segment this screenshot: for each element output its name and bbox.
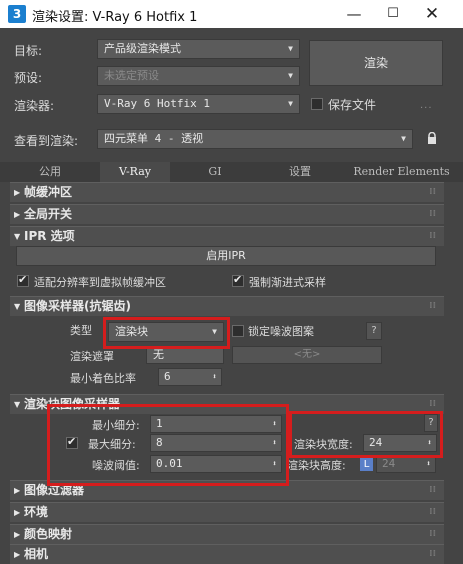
highlight-subdivs <box>47 404 289 486</box>
expand-icon: ▶ <box>14 210 21 219</box>
start-ipr-button[interactable]: 启用IPR <box>16 246 436 266</box>
fit-resolution-checkbox[interactable] <box>17 273 29 287</box>
chevron-down-icon: ▼ <box>288 99 293 108</box>
expand-icon: ▶ <box>14 508 21 517</box>
view-value: 四元菜单 4 - 透视 <box>104 132 204 145</box>
fit-resolution-label: 适配分辨率到虚拟帧缓冲区 <box>34 276 166 289</box>
chevron-down-icon: ▼ <box>288 44 293 53</box>
tab-bar: 公用 V-Ray GI 设置 Render Elements <box>0 162 463 182</box>
tab-common[interactable]: 公用 <box>0 162 100 182</box>
rollout-camera[interactable]: ▶ 相机 ⁞⁞ <box>10 544 444 564</box>
rollout-title: 帧缓冲区 <box>24 185 73 199</box>
renderer-dropdown[interactable]: V-Ray 6 Hotfix 1 ▼ <box>97 94 300 114</box>
highlight-sampler-type <box>103 317 230 349</box>
render-mask-value: 无 <box>153 348 164 361</box>
lock-noise-checkbox[interactable] <box>232 325 244 337</box>
grip-icon: ⁞⁞ <box>429 301 436 311</box>
expand-icon: ▶ <box>14 550 21 559</box>
help-button[interactable]: ? <box>366 322 382 340</box>
preset-label: 预设: <box>14 71 43 85</box>
grip-icon: ⁞⁞ <box>429 187 436 197</box>
force-progressive-label: 强制渐进式采样 <box>249 276 326 289</box>
rollout-environment[interactable]: ▶ 环境 ⁞⁞ <box>10 502 444 522</box>
collapse-icon: ▼ <box>14 400 21 409</box>
render-mask-none-button[interactable]: <无> <box>232 346 382 364</box>
lock-noise-label: 锁定噪波图案 <box>248 325 314 338</box>
view-dropdown[interactable]: 四元菜单 4 - 透视 ▼ <box>97 129 413 149</box>
maximize-button[interactable]: ☐ <box>371 0 415 28</box>
render-settings-panel: 目标: 产品级渲染模式 ▼ 预设: 未选定预设 ▼ 渲染 渲染器: V-Ray … <box>0 28 463 564</box>
grip-icon: ⁞⁞ <box>429 549 436 559</box>
render-button[interactable]: 渲染 <box>309 40 443 86</box>
rollout-frame-buffer[interactable]: ▶ 帧缓冲区 ⁞⁞ <box>10 182 444 202</box>
expand-icon: ▶ <box>14 188 21 197</box>
rollout-title: 环境 <box>24 505 49 519</box>
grip-icon: ⁞⁞ <box>429 231 436 241</box>
spinner-arrows-icon: ⬍ <box>212 372 217 381</box>
save-file-label: 保存文件 <box>328 98 377 112</box>
target-label: 目标: <box>14 44 43 58</box>
window-title: 渲染设置: V-Ray 6 Hotfix 1 <box>32 10 198 25</box>
title-bar: 3 渲染设置: V-Ray 6 Hotfix 1 — ☐ ✕ <box>0 0 463 28</box>
save-file-browse-button[interactable]: ... <box>420 100 433 111</box>
app-icon: 3 <box>8 5 26 23</box>
collapse-icon: ▼ <box>14 232 21 241</box>
minimize-icon: — <box>346 5 362 23</box>
grip-icon: ⁞⁞ <box>429 485 436 495</box>
renderer-label: 渲染器: <box>14 99 55 113</box>
rollout-title: 图像采样器(抗锯齿) <box>24 299 131 313</box>
minimize-button[interactable]: — <box>332 0 376 28</box>
tab-gi[interactable]: GI <box>170 162 260 182</box>
preset-dropdown[interactable]: 未选定预设 ▼ <box>97 66 300 86</box>
target-value: 产品级渲染模式 <box>104 42 181 55</box>
renderer-value: V-Ray 6 Hotfix 1 <box>104 97 210 110</box>
rollout-title: 全局开关 <box>24 207 73 221</box>
rollout-global-switches[interactable]: ▶ 全局开关 ⁞⁞ <box>10 204 444 224</box>
spinner-arrows-icon: ⬍ <box>426 459 431 468</box>
chevron-down-icon: ▼ <box>401 134 406 143</box>
tab-render-elements[interactable]: Render Elements <box>340 162 463 182</box>
chevron-down-icon: ▼ <box>288 71 293 80</box>
preset-value: 未选定预设 <box>104 69 159 82</box>
tab-vray[interactable]: V-Ray <box>100 162 170 182</box>
expand-icon: ▶ <box>14 530 21 539</box>
highlight-bucket-width <box>289 411 443 458</box>
grip-icon: ⁞⁞ <box>429 529 436 539</box>
view-label: 查看到渲染: <box>14 134 79 148</box>
close-icon: ✕ <box>424 4 440 24</box>
min-shading-value: 6 <box>164 370 171 383</box>
rollout-title: 颜色映射 <box>24 527 73 541</box>
collapse-icon: ▼ <box>14 302 21 311</box>
tab-settings[interactable]: 设置 <box>260 162 340 182</box>
rollout-image-sampler[interactable]: ▼ 图像采样器(抗锯齿) ⁞⁞ <box>10 296 444 316</box>
grip-icon: ⁞⁞ <box>429 209 436 219</box>
sampler-type-label: 类型 <box>70 324 92 337</box>
rollout-title: IPR 选项 <box>24 229 75 243</box>
render-mask-label: 渲染遮罩 <box>70 350 114 363</box>
rollout-color-mapping[interactable]: ▶ 颜色映射 ⁞⁞ <box>10 524 444 544</box>
close-button[interactable]: ✕ <box>410 0 454 28</box>
save-file-checkbox[interactable] <box>311 98 323 110</box>
target-dropdown[interactable]: 产品级渲染模式 ▼ <box>97 39 300 59</box>
expand-icon: ▶ <box>14 486 21 495</box>
min-shading-label: 最小着色比率 <box>70 372 136 385</box>
rollout-ipr-options[interactable]: ▼ IPR 选项 ⁞⁞ <box>10 226 444 246</box>
rollout-title: 相机 <box>24 547 49 561</box>
maximize-icon: ☐ <box>387 6 399 21</box>
bucket-height-lock-toggle[interactable]: L <box>360 458 373 471</box>
bucket-height-label: 渲染块高度: <box>287 459 346 472</box>
lock-icon[interactable] <box>427 132 437 144</box>
min-shading-spinner[interactable]: 6 ⬍ <box>158 368 222 386</box>
force-progressive-checkbox[interactable] <box>232 273 244 287</box>
bucket-height-value: 24 <box>382 457 396 470</box>
grip-icon: ⁞⁞ <box>429 507 436 517</box>
